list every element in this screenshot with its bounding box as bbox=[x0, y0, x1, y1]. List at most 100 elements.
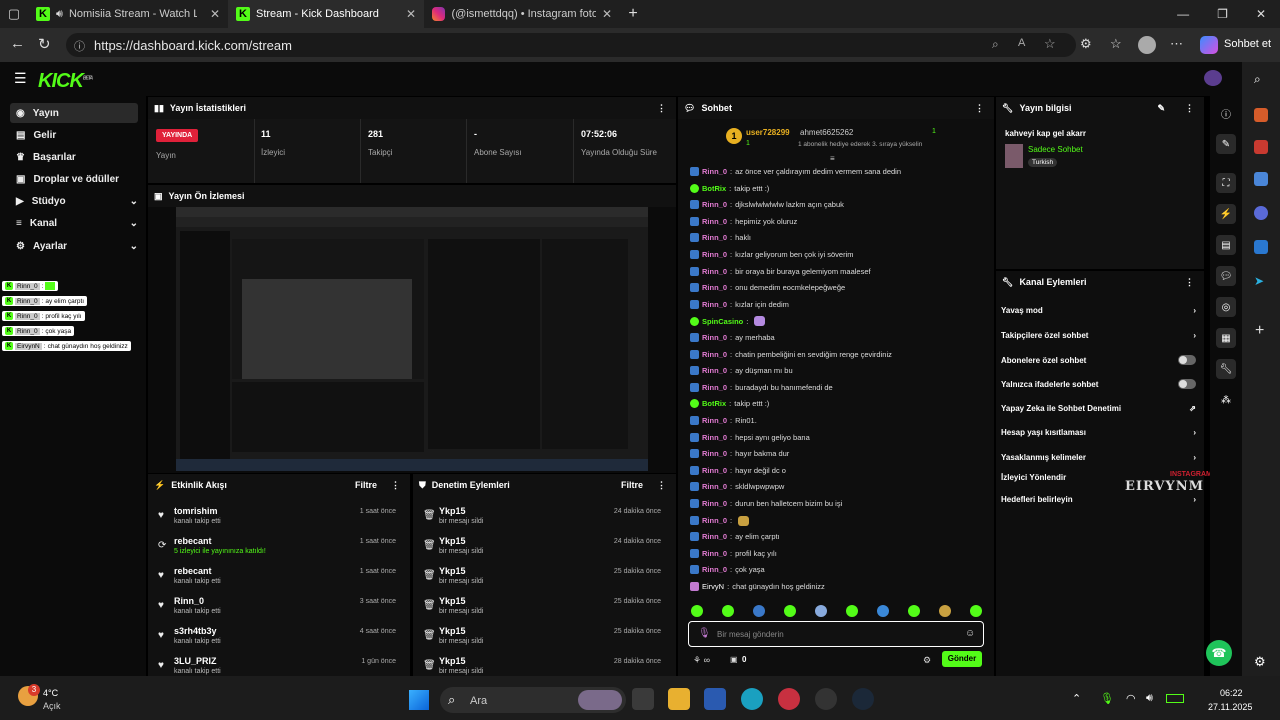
mic-tray-icon[interactable]: 🎙︎ bbox=[1100, 692, 1114, 705]
close-tab-icon[interactable]: ✕ bbox=[406, 7, 416, 21]
chat-settings-icon[interactable]: ⚙ bbox=[923, 655, 931, 666]
user-avatar[interactable] bbox=[1204, 70, 1222, 86]
zoom-icon[interactable]: ⌕ bbox=[992, 37, 999, 52]
sidebar-item-studyo[interactable]: ▶ Stüdyo ⌄ bbox=[10, 191, 138, 211]
copilot-label[interactable]: Sohbet et bbox=[1224, 38, 1271, 50]
emote-icon[interactable] bbox=[939, 605, 951, 617]
favorite-star-icon[interactable]: ☆ bbox=[1044, 36, 1056, 52]
extensions-icon[interactable]: ⚙ bbox=[1080, 36, 1092, 52]
chat-username[interactable]: Rinn_0 bbox=[702, 283, 727, 292]
outlook-icon[interactable] bbox=[1254, 240, 1268, 254]
sidebar-item-kanal[interactable]: ≡ Kanal ⌄ bbox=[10, 213, 138, 233]
edge-icon[interactable] bbox=[741, 688, 763, 710]
sidebar-item-ayarlar[interactable]: ⚙ Ayarlar ⌄ bbox=[10, 236, 138, 256]
emote-icon[interactable] bbox=[908, 605, 920, 617]
more-options-icon[interactable]: ⋮ bbox=[1185, 103, 1204, 114]
copilot-icon[interactable] bbox=[1200, 36, 1218, 54]
followers-only-setting[interactable]: Takipçilere özel sohbet › bbox=[1001, 331, 1196, 340]
profile-avatar[interactable] bbox=[1138, 36, 1156, 54]
telegram-icon[interactable]: ➤ bbox=[1254, 274, 1264, 288]
sidebar-item-yayin[interactable]: ◉ Yayın bbox=[10, 103, 138, 123]
emote-icon[interactable] bbox=[877, 605, 889, 617]
chat-username[interactable]: BotRix bbox=[702, 399, 726, 408]
site-info-icon[interactable]: ⓘ bbox=[74, 38, 85, 54]
edit-icon[interactable]: ✎ bbox=[1157, 103, 1179, 114]
chat-username[interactable]: Rinn_0 bbox=[702, 167, 727, 176]
chat-username[interactable]: Rinn_0 bbox=[702, 433, 727, 442]
wrench-rail-icon[interactable]: 🔧︎ bbox=[1216, 359, 1236, 379]
clock-time[interactable]: 06:22 bbox=[1220, 688, 1243, 698]
edit-rail-icon[interactable]: ✎ bbox=[1216, 134, 1236, 154]
subscribers-only-setting[interactable]: Abonelere özel sohbet bbox=[1001, 355, 1196, 365]
category-name[interactable]: Sadece Sohbet bbox=[1028, 145, 1083, 154]
help-fab-icon[interactable]: ☎ bbox=[1206, 640, 1232, 666]
more-options-icon[interactable]: ⋮ bbox=[975, 103, 994, 114]
tab-instagram[interactable]: (@ismettdqq) • Instagram fotoğra ✕ bbox=[424, 0, 620, 28]
task-view-icon[interactable] bbox=[632, 688, 654, 710]
obs-icon[interactable] bbox=[815, 688, 837, 710]
chat-username[interactable]: Rinn_0 bbox=[702, 300, 727, 309]
chat-username[interactable]: Rinn_0 bbox=[702, 449, 727, 458]
signal-rail-icon[interactable]: ◎ bbox=[1216, 297, 1236, 317]
sidebar-item-gelir[interactable]: ▤ Gelir bbox=[10, 125, 138, 145]
chat-username[interactable]: Rinn_0 bbox=[702, 366, 727, 375]
toggle-switch[interactable] bbox=[1178, 379, 1196, 389]
sidebar-item-basarilar[interactable]: ♛ Başarılar bbox=[10, 147, 138, 167]
more-options-icon[interactable]: ⋯ bbox=[1170, 36, 1183, 52]
chat-username[interactable]: Rinn_0 bbox=[702, 383, 727, 392]
chat-username[interactable]: BotRix bbox=[702, 184, 726, 193]
send-button[interactable]: Gönder bbox=[942, 651, 982, 667]
chat-username[interactable]: Rinn_0 bbox=[702, 233, 727, 242]
chat-username[interactable]: EirvyN bbox=[702, 582, 724, 591]
points-icon[interactable]: ⚘ ∞ bbox=[693, 655, 710, 666]
hamburger-menu-icon[interactable]: ☰ bbox=[14, 70, 27, 87]
goals-setting[interactable]: Hedefleri belirleyin › bbox=[1001, 495, 1196, 504]
copilot-app-icon[interactable] bbox=[1254, 206, 1268, 220]
wifi-icon[interactable]: ◠ bbox=[1126, 692, 1136, 705]
more-options-icon[interactable]: ⋮ bbox=[391, 480, 410, 491]
chat-username[interactable]: Rinn_0 bbox=[702, 482, 727, 491]
speaker-icon[interactable]: 🔊︎ bbox=[56, 8, 63, 21]
chat-input[interactable]: 🎙︎ Bir mesaj gönderin ☺ bbox=[688, 621, 984, 647]
battery-icon[interactable] bbox=[1166, 694, 1184, 703]
tab-kick-dashboard[interactable]: K Stream - Kick Dashboard ✕ bbox=[228, 0, 424, 28]
ai-moderation-setting[interactable]: Yapay Zeka ile Sohbet Denetimi ⇗ bbox=[1001, 404, 1196, 413]
add-app-icon[interactable]: + bbox=[1255, 322, 1264, 340]
volume-icon[interactable]: 🔊︎ bbox=[1146, 692, 1153, 705]
slow-mode-setting[interactable]: Yavaş mod › bbox=[1001, 306, 1196, 315]
close-tab-icon[interactable]: ✕ bbox=[210, 7, 220, 21]
back-icon[interactable]: ← bbox=[10, 35, 25, 52]
flash-rail-icon[interactable]: ⚡ bbox=[1216, 204, 1236, 224]
emote-icon[interactable] bbox=[691, 605, 703, 617]
chat-username[interactable]: Rinn_0 bbox=[702, 267, 727, 276]
emote-icon[interactable] bbox=[722, 605, 734, 617]
chat-username[interactable]: Rinn_0 bbox=[702, 565, 727, 574]
community-icon[interactable]: ⁂ bbox=[1221, 395, 1231, 406]
banned-words-setting[interactable]: Yasaklanmış kelimeler › bbox=[1001, 453, 1196, 462]
filter-button[interactable]: Filtre bbox=[621, 480, 651, 490]
chat-username[interactable]: Rinn_0 bbox=[702, 416, 727, 425]
chat-username[interactable]: Rinn_0 bbox=[702, 549, 727, 558]
shopping-icon[interactable] bbox=[1254, 108, 1268, 122]
chat-username[interactable]: Rinn_0 bbox=[702, 532, 727, 541]
account-age-setting[interactable]: Hesap yaşı kısıtlaması › bbox=[1001, 428, 1196, 437]
chat-username[interactable]: Rinn_0 bbox=[702, 250, 727, 259]
tab-nomisiia[interactable]: K 🔊︎ Nomisiia Stream - Watch Liv ✕ bbox=[28, 0, 228, 28]
chat-username[interactable]: Rinn_0 bbox=[702, 333, 727, 342]
url-field[interactable]: ⓘ https://dashboard.kick.com/stream ⌕ A … bbox=[66, 33, 1076, 57]
steam-icon[interactable] bbox=[852, 688, 874, 710]
emotes-only-setting[interactable]: Yalnızca ifadelerle sohbet bbox=[1001, 379, 1196, 389]
chat-rail-icon[interactable]: 💬︎ bbox=[1216, 266, 1236, 286]
emote-icon[interactable] bbox=[970, 605, 982, 617]
stream-preview-video[interactable] bbox=[176, 207, 648, 471]
layout-rail-icon[interactable]: ▦ bbox=[1216, 328, 1236, 348]
search-icon[interactable]: ⌕ bbox=[1254, 72, 1261, 87]
emoji-icon[interactable]: ☺ bbox=[965, 628, 975, 639]
emote-icon[interactable] bbox=[784, 605, 796, 617]
games-icon[interactable] bbox=[1254, 140, 1268, 154]
emote-icon[interactable] bbox=[815, 605, 827, 617]
chat-username[interactable]: Rinn_0 bbox=[702, 217, 727, 226]
refresh-icon[interactable]: ↻ bbox=[38, 35, 51, 53]
chat-username[interactable]: Rinn_0 bbox=[702, 499, 727, 508]
clock-date[interactable]: 27.11.2025 bbox=[1208, 702, 1252, 712]
